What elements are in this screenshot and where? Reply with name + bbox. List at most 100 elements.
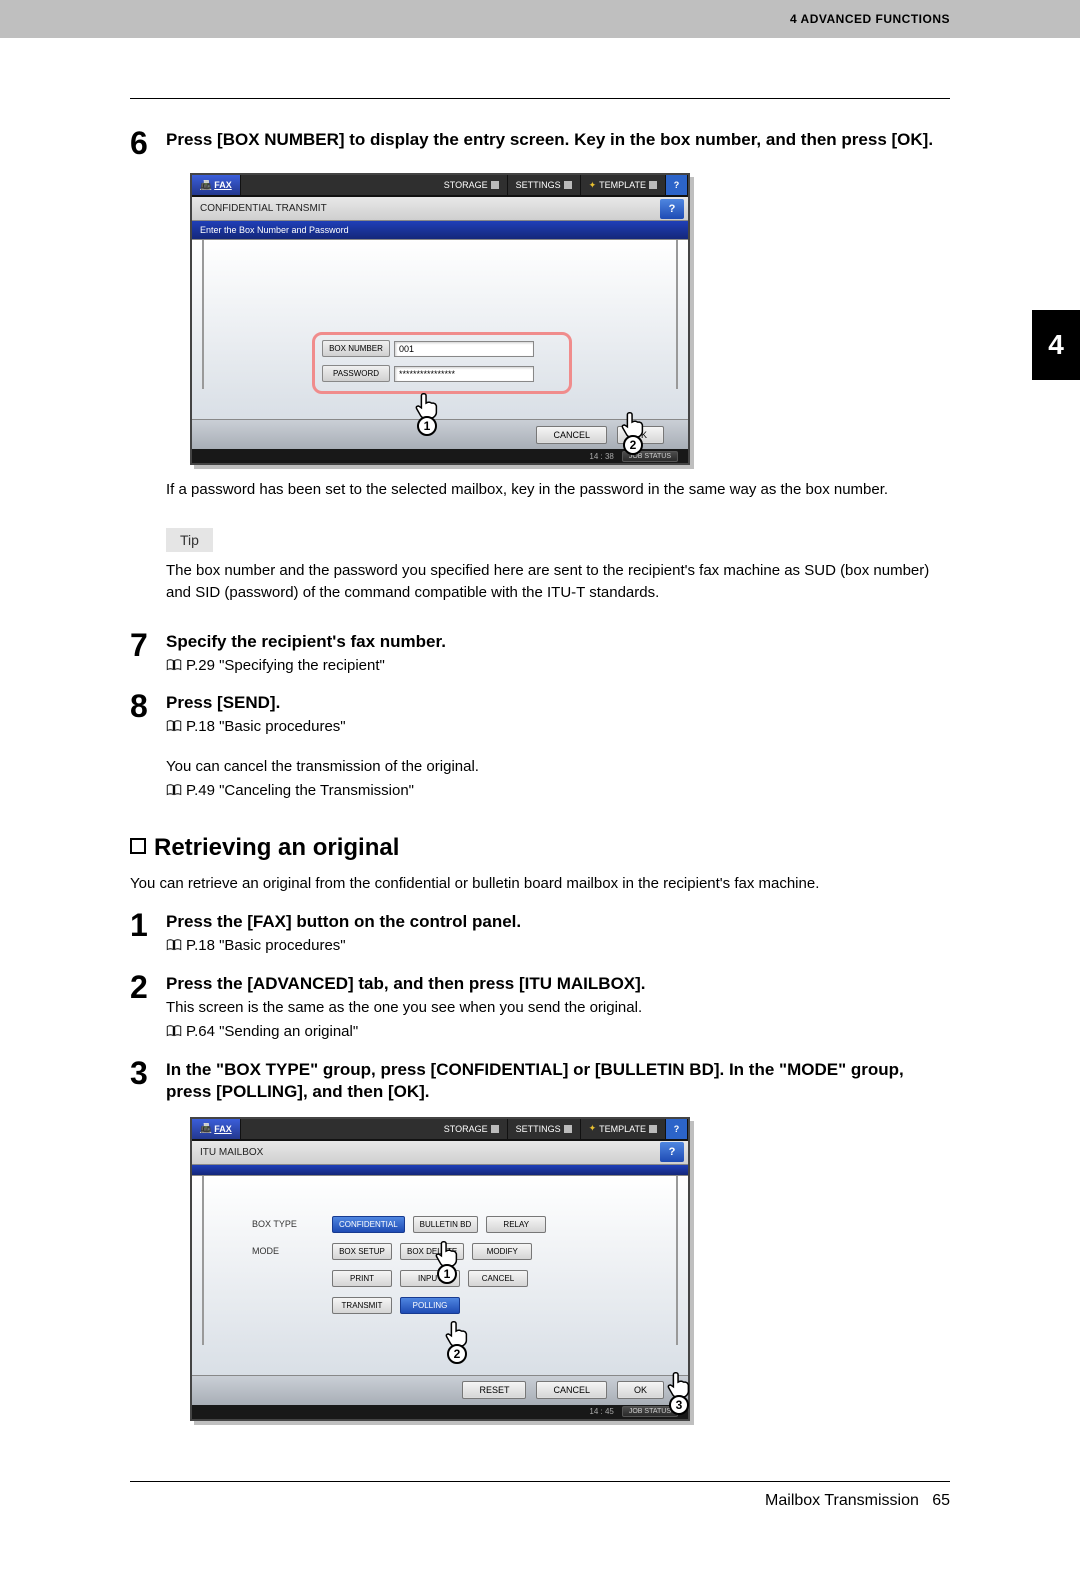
tab-template[interactable]: ✦TEMPLATE bbox=[581, 1119, 666, 1139]
tab-settings[interactable]: SETTINGS bbox=[508, 175, 581, 195]
ui-subbar: ITU MAILBOX ? bbox=[192, 1141, 688, 1165]
boxtype-row: BOX TYPE CONFIDENTIAL BULLETIN BD RELAY bbox=[252, 1216, 658, 1233]
help-sub[interactable]: ? bbox=[660, 199, 684, 219]
tab-fax[interactable]: 📠FAX bbox=[192, 1119, 241, 1139]
footer-section: Mailbox Transmission bbox=[765, 1492, 919, 1509]
ui-subbar: CONFIDENTIAL TRANSMIT ? bbox=[192, 197, 688, 221]
tip-text: The box number and the password you spec… bbox=[166, 560, 950, 605]
cancel-button[interactable]: CANCEL bbox=[536, 426, 607, 444]
polling-button[interactable]: POLLING bbox=[400, 1297, 460, 1314]
settings-icon bbox=[564, 181, 572, 189]
left-sep bbox=[202, 1176, 204, 1345]
password-button[interactable]: PASSWORD bbox=[322, 365, 390, 382]
confidential-button[interactable]: CONFIDENTIAL bbox=[332, 1216, 405, 1233]
step-title: Press [SEND]. bbox=[166, 692, 950, 714]
ref-link[interactable]: P.29 "Specifying the recipient" bbox=[166, 655, 950, 679]
retrieve-step-2: 2 Press the [ADVANCED] tab, and then pre… bbox=[130, 971, 950, 1045]
right-sep bbox=[676, 1176, 678, 1345]
tab-fax[interactable]: 📠FAX bbox=[192, 175, 241, 195]
fax-icon: 📠 bbox=[200, 180, 211, 191]
ui-bottombar: CANCEL OK bbox=[192, 419, 688, 449]
help-top[interactable]: ? bbox=[666, 175, 688, 195]
ref-link[interactable]: P.18 "Basic procedures" bbox=[166, 935, 950, 959]
reset-button[interactable]: RESET bbox=[462, 1381, 526, 1399]
ok-button[interactable]: OK bbox=[617, 426, 664, 444]
tip-label: Tip bbox=[166, 528, 213, 552]
status-bar: 14 : 38 JOB STATUS bbox=[192, 449, 688, 463]
step6-after-text: If a password has been set to the select… bbox=[166, 479, 950, 502]
left-sep bbox=[202, 240, 204, 389]
ref-link[interactable]: P.64 "Sending an original" bbox=[166, 1021, 950, 1045]
right-sep bbox=[676, 240, 678, 389]
ref-link[interactable]: P.18 "Basic procedures" bbox=[166, 716, 950, 740]
tab-settings[interactable]: SETTINGS bbox=[508, 1119, 581, 1139]
modify-button[interactable]: MODIFY bbox=[472, 1243, 532, 1260]
option-grid: BOX TYPE CONFIDENTIAL BULLETIN BD RELAY … bbox=[252, 1216, 658, 1324]
top-rule bbox=[130, 98, 950, 99]
input-button[interactable]: INPUT bbox=[400, 1270, 460, 1287]
step-6: 6 Press [BOX NUMBER] to display the entr… bbox=[130, 127, 950, 159]
relay-button[interactable]: RELAY bbox=[486, 1216, 546, 1233]
help-sub[interactable]: ? bbox=[660, 1142, 684, 1162]
help-top[interactable]: ? bbox=[666, 1119, 688, 1139]
password-row: PASSWORD **************** bbox=[322, 365, 562, 382]
step-number: 3 bbox=[130, 1057, 166, 1089]
retrieve-step-1: 1 Press the [FAX] button on the control … bbox=[130, 909, 950, 959]
status-time: 14 : 45 bbox=[589, 1407, 613, 1416]
boxnumber-field[interactable]: 001 bbox=[394, 341, 534, 357]
tab-storage[interactable]: STORAGE bbox=[436, 175, 508, 195]
section-intro: You can retrieve an original from the co… bbox=[130, 872, 950, 895]
template-icon bbox=[649, 181, 657, 189]
entry-group: BOX NUMBER 001 PASSWORD **************** bbox=[322, 340, 562, 382]
ui-main-area: BOX NUMBER 001 PASSWORD ****************… bbox=[192, 239, 688, 419]
book-icon bbox=[166, 717, 182, 740]
job-status-button[interactable]: JOB STATUS bbox=[622, 451, 678, 462]
ref-link[interactable]: P.49 "Canceling the Transmission" bbox=[166, 780, 950, 804]
template-icon bbox=[649, 1125, 657, 1133]
step-title: In the "BOX TYPE" group, press [CONFIDEN… bbox=[166, 1059, 950, 1103]
blue-message: Enter the Box Number and Password bbox=[192, 221, 688, 239]
bulletin-button[interactable]: BULLETIN BD bbox=[413, 1216, 479, 1233]
boxnumber-button[interactable]: BOX NUMBER bbox=[322, 340, 390, 357]
step2-note: This screen is the same as the one you s… bbox=[166, 997, 950, 1020]
tab-storage[interactable]: STORAGE bbox=[436, 1119, 508, 1139]
storage-icon bbox=[491, 1125, 499, 1133]
subbar-title: CONFIDENTIAL TRANSMIT bbox=[192, 203, 656, 214]
mode-row-2: PRINT INPUT CANCEL bbox=[252, 1270, 658, 1287]
hand-icon bbox=[412, 390, 442, 420]
ui-bottombar: RESET CANCEL OK bbox=[192, 1375, 688, 1405]
page-number: 65 bbox=[932, 1492, 950, 1509]
password-field[interactable]: **************** bbox=[394, 366, 534, 382]
tab-template[interactable]: ✦TEMPLATE bbox=[581, 175, 666, 195]
status-bar: 14 : 45 JOB STATUS bbox=[192, 1405, 688, 1419]
step-title: Specify the recipient's fax number. bbox=[166, 631, 950, 653]
boxtype-label: BOX TYPE bbox=[252, 1219, 322, 1229]
step-number: 1 bbox=[130, 909, 166, 941]
step-number: 7 bbox=[130, 629, 166, 661]
star-icon: ✦ bbox=[589, 180, 597, 191]
top-header-bar: 4 ADVANCED FUNCTIONS bbox=[0, 0, 1080, 38]
screenshot-confidential-transmit: 📠FAX STORAGE SETTINGS ✦TEMPLATE ? CONFID… bbox=[190, 173, 690, 465]
status-time: 14 : 38 bbox=[589, 452, 613, 461]
chapter-tab: 4 bbox=[1032, 310, 1080, 380]
cancel-button[interactable]: CANCEL bbox=[536, 1381, 607, 1399]
ok-button[interactable]: OK bbox=[617, 1381, 664, 1399]
print-button[interactable]: PRINT bbox=[332, 1270, 392, 1287]
ui-topbar: 📠FAX STORAGE SETTINGS ✦TEMPLATE ? bbox=[192, 175, 688, 197]
step-number: 8 bbox=[130, 690, 166, 722]
transmit-button[interactable]: TRANSMIT bbox=[332, 1297, 392, 1314]
job-status-button[interactable]: JOB STATUS bbox=[622, 1406, 678, 1417]
callout-num: 2 bbox=[447, 1344, 467, 1364]
step-title: Press the [ADVANCED] tab, and then press… bbox=[166, 973, 950, 995]
boxdelete-button[interactable]: BOX DELETE bbox=[400, 1243, 464, 1260]
boxnumber-row: BOX NUMBER 001 bbox=[322, 340, 562, 357]
step-number: 2 bbox=[130, 971, 166, 1003]
step8-note: You can cancel the transmission of the o… bbox=[166, 756, 950, 779]
subbar-title: ITU MAILBOX bbox=[192, 1147, 656, 1158]
square-bullet-icon bbox=[130, 838, 146, 854]
screenshot-itu-mailbox: 📠FAX STORAGE SETTINGS ✦TEMPLATE ? ITU MA… bbox=[190, 1117, 690, 1421]
cancel-small-button[interactable]: CANCEL bbox=[468, 1270, 528, 1287]
ui-main-area: BOX TYPE CONFIDENTIAL BULLETIN BD RELAY … bbox=[192, 1175, 688, 1375]
mode-label: MODE bbox=[252, 1246, 322, 1256]
boxsetup-button[interactable]: BOX SETUP bbox=[332, 1243, 392, 1260]
